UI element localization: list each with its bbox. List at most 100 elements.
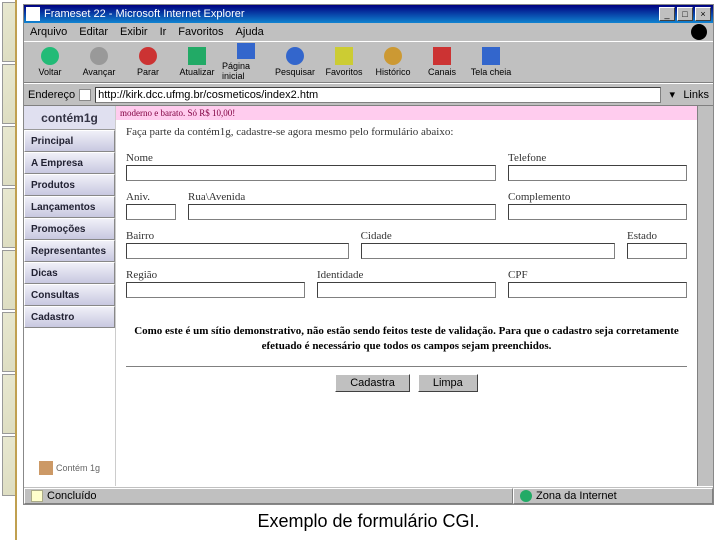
favorites-button[interactable]: Favoritos <box>320 43 368 81</box>
close-button[interactable]: × <box>695 7 711 21</box>
promo-strip: moderno e barato. Só R$ 10,00! <box>116 106 697 120</box>
site-sidebar: contém1g Principal A Empresa Produtos La… <box>24 106 116 486</box>
form-area: moderno e barato. Só R$ 10,00! Faça part… <box>116 106 697 486</box>
thumbnail[interactable] <box>2 2 17 62</box>
slide-thumbnails <box>0 0 17 540</box>
stop-icon <box>139 47 157 65</box>
label-complemento: Complemento <box>508 191 687 203</box>
nav-consultas[interactable]: Consultas <box>24 284 115 306</box>
input-rua[interactable] <box>188 204 496 220</box>
vertical-scrollbar[interactable] <box>697 106 713 486</box>
favorites-icon <box>335 47 353 65</box>
form-note: Como este é um sítio demonstrativo, não … <box>126 308 687 364</box>
back-button[interactable]: Voltar <box>26 43 74 81</box>
input-identidade[interactable] <box>317 282 496 298</box>
label-bairro: Bairro <box>126 230 349 242</box>
input-cpf[interactable] <box>508 282 687 298</box>
minimize-button[interactable]: _ <box>659 7 675 21</box>
nav-empresa[interactable]: A Empresa <box>24 152 115 174</box>
label-identidade: Identidade <box>317 269 496 281</box>
page-content: contém1g Principal A Empresa Produtos La… <box>24 105 713 486</box>
thumbnail[interactable] <box>2 64 17 124</box>
menubar: Arquivo Editar Exibir Ir Favoritos Ajuda <box>24 23 713 41</box>
home-icon <box>237 43 255 59</box>
thumbnail[interactable] <box>2 374 17 434</box>
links-label[interactable]: Links <box>683 89 709 101</box>
submit-button[interactable]: Cadastra <box>335 374 410 392</box>
zone-text: Zona da Internet <box>536 490 617 502</box>
slide-caption: Exemplo de formulário CGI. <box>23 505 714 540</box>
nav-promocoes[interactable]: Promoções <box>24 218 115 240</box>
maximize-button[interactable]: □ <box>677 7 693 21</box>
menu-item[interactable]: Ajuda <box>236 26 264 38</box>
input-complemento[interactable] <box>508 204 687 220</box>
nav-dicas[interactable]: Dicas <box>24 262 115 284</box>
ie-page-icon <box>26 7 40 21</box>
home-button[interactable]: Página inicial <box>222 43 270 81</box>
label-nome: Nome <box>126 152 496 164</box>
window-title: Frameset 22 - Microsoft Internet Explore… <box>44 8 245 20</box>
refresh-icon <box>188 47 206 65</box>
forward-button[interactable]: Avançar <box>75 43 123 81</box>
label-telefone: Telefone <box>508 152 687 164</box>
globe-icon <box>520 490 532 502</box>
ie-logo-icon <box>691 24 707 40</box>
label-estado: Estado <box>627 230 687 242</box>
input-regiao[interactable] <box>126 282 305 298</box>
label-cidade: Cidade <box>361 230 615 242</box>
input-cidade[interactable] <box>361 243 615 259</box>
menu-item[interactable]: Arquivo <box>30 26 67 38</box>
menu-item[interactable]: Ir <box>160 26 167 38</box>
page-icon <box>31 490 43 502</box>
toolbar: Voltar Avançar Parar Atualizar Página in… <box>24 41 713 83</box>
slide-main: Frameset 22 - Microsoft Internet Explore… <box>17 0 720 540</box>
thumbnail[interactable] <box>2 312 17 372</box>
history-icon <box>384 47 402 65</box>
channels-icon <box>433 47 451 65</box>
house-icon <box>39 461 53 475</box>
statusbar: Concluído Zona da Internet <box>24 486 713 504</box>
input-nome[interactable] <box>126 165 496 181</box>
titlebar: Frameset 22 - Microsoft Internet Explore… <box>24 5 713 23</box>
input-aniv[interactable] <box>126 204 176 220</box>
nav-principal[interactable]: Principal <box>24 130 115 152</box>
nav-cadastro[interactable]: Cadastro <box>24 306 115 328</box>
menu-item[interactable]: Editar <box>79 26 108 38</box>
input-bairro[interactable] <box>126 243 349 259</box>
history-button[interactable]: Histórico <box>369 43 417 81</box>
reset-button[interactable]: Limpa <box>418 374 478 392</box>
address-bar: Endereço ▾ Links <box>24 83 713 105</box>
menu-item[interactable]: Favoritos <box>178 26 223 38</box>
channels-button[interactable]: Canais <box>418 43 466 81</box>
fullscreen-icon <box>482 47 500 65</box>
label-rua: Rua\Avenida <box>188 191 496 203</box>
address-label: Endereço <box>28 89 75 101</box>
label-regiao: Região <box>126 269 305 281</box>
divider <box>126 366 687 368</box>
page-icon <box>79 89 91 101</box>
label-cpf: CPF <box>508 269 687 281</box>
forward-icon <box>90 47 108 65</box>
address-dropdown-icon[interactable]: ▾ <box>665 88 679 101</box>
status-text: Concluído <box>47 490 97 502</box>
thumbnail[interactable] <box>2 250 17 310</box>
thumbnail[interactable] <box>2 188 17 248</box>
nav-lancamentos[interactable]: Lançamentos <box>24 196 115 218</box>
thumbnail[interactable] <box>2 436 17 496</box>
refresh-button[interactable]: Atualizar <box>173 43 221 81</box>
search-icon <box>286 47 304 65</box>
back-icon <box>41 47 59 65</box>
site-brand: contém1g <box>24 106 115 130</box>
form-intro: Faça parte da contém1g, cadastre-se agor… <box>126 120 687 152</box>
menu-item[interactable]: Exibir <box>120 26 148 38</box>
fullscreen-button[interactable]: Tela cheia <box>467 43 515 81</box>
input-estado[interactable] <box>627 243 687 259</box>
search-button[interactable]: Pesquisar <box>271 43 319 81</box>
nav-representantes[interactable]: Representantes <box>24 240 115 262</box>
input-telefone[interactable] <box>508 165 687 181</box>
stop-button[interactable]: Parar <box>124 43 172 81</box>
label-aniv: Aniv. <box>126 191 176 203</box>
thumbnail[interactable] <box>2 126 17 186</box>
nav-produtos[interactable]: Produtos <box>24 174 115 196</box>
address-input[interactable] <box>95 87 661 103</box>
